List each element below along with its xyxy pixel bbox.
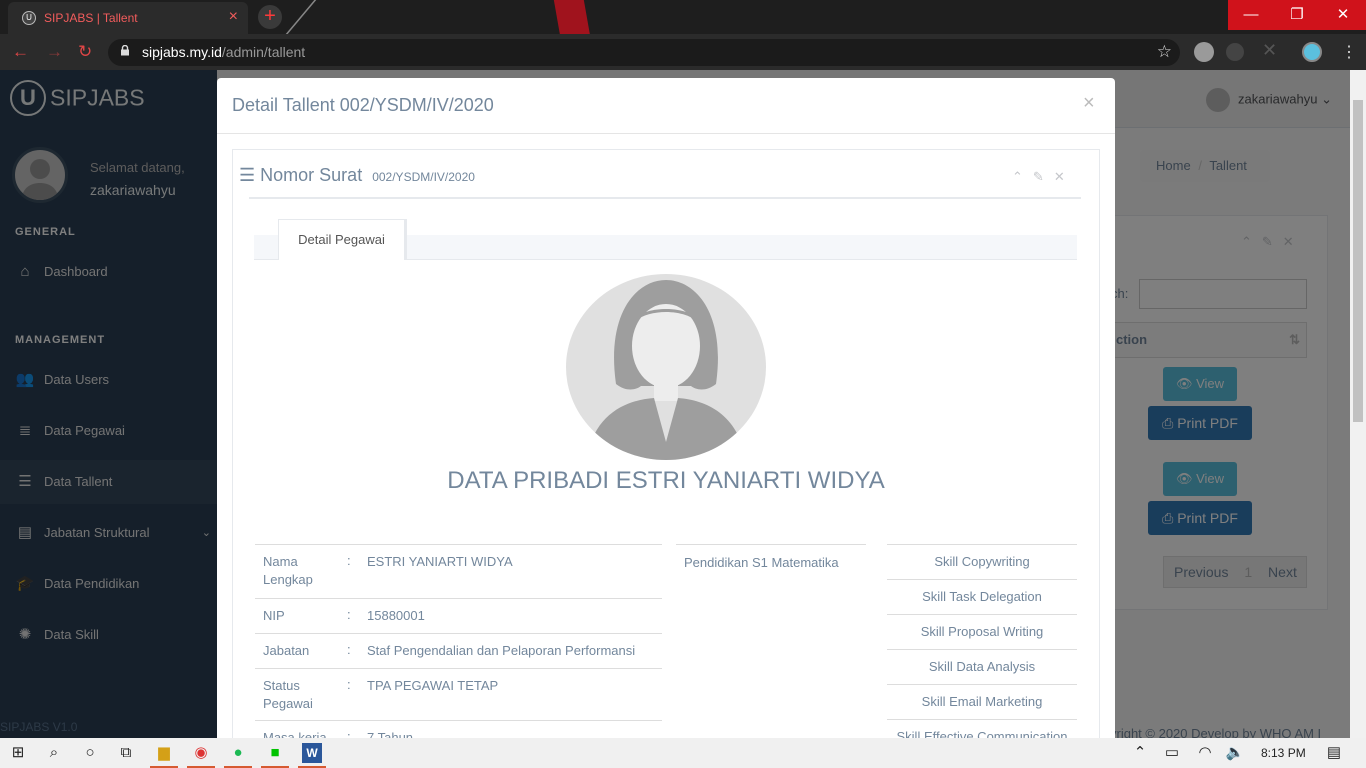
extension-x-icon[interactable]: ✕ xyxy=(1262,40,1277,61)
search-icon[interactable]: ⌕ xyxy=(44,743,64,763)
new-tab-button[interactable]: + xyxy=(258,5,282,29)
collapse-icon[interactable]: ⌃ xyxy=(1012,169,1033,184)
wifi-icon[interactable]: ◠ xyxy=(1195,743,1215,763)
row-label: Jabatan xyxy=(263,643,310,658)
forward-arrow-icon[interactable]: → xyxy=(46,42,63,62)
modal-title: Detail Tallent 002/YSDM/IV/2020 xyxy=(232,95,494,115)
cortana-icon[interactable]: ○ xyxy=(80,743,100,763)
chrome-menu-icon[interactable]: ⋮ xyxy=(1341,42,1357,62)
tray-chevron-up-icon[interactable]: ⌃ xyxy=(1130,743,1150,763)
skill-item: Skill Email Marketing xyxy=(887,684,1077,719)
detail-row-jabatan: Jabatan: Staf Pengendalian dan Pelaporan … xyxy=(255,633,662,668)
site-favicon-icon: U xyxy=(22,11,36,25)
task-view-icon[interactable]: ⧉ xyxy=(116,743,136,763)
panel-subtitle: 002/YSDM/IV/2020 xyxy=(372,170,475,184)
back-arrow-icon[interactable]: ← xyxy=(12,42,29,62)
wrench-icon[interactable]: ✎ xyxy=(1033,169,1054,184)
browser-tab[interactable]: U SIPJABS | Tallent × xyxy=(8,2,248,34)
row-label: Nama Lengkap xyxy=(263,554,313,587)
detail-row-nip: NIP:15880001 xyxy=(255,598,662,633)
maximize-button[interactable]: ❐ xyxy=(1274,0,1320,30)
modal-close-button[interactable]: × xyxy=(1083,92,1095,115)
extension-icon[interactable] xyxy=(1194,42,1214,62)
bars-icon: ☰ xyxy=(239,165,256,185)
bookmark-star-icon[interactable]: ☆ xyxy=(1157,42,1172,62)
line-app-icon[interactable]: ■ xyxy=(265,743,285,763)
panel-tools: ⌃✎✕ xyxy=(1012,169,1075,185)
windows-start-icon[interactable]: ⊞ xyxy=(8,743,28,763)
profile-avatar-icon[interactable] xyxy=(1302,42,1322,62)
skill-item: Skill Proposal Writing xyxy=(887,614,1077,649)
row-label: NIP xyxy=(263,608,285,623)
panel-title: ☰ Nomor Surat 002/YSDM/IV/2020 xyxy=(239,165,475,186)
reload-icon[interactable]: ↻ xyxy=(78,42,92,62)
minimize-button[interactable]: — xyxy=(1228,0,1274,30)
taskbar-clock[interactable]: 8:13 PM xyxy=(1261,746,1306,760)
divider xyxy=(249,197,1081,199)
file-explorer-icon[interactable]: ▆ xyxy=(154,743,174,763)
spotify-icon[interactable]: ● xyxy=(228,743,248,763)
employee-name-heading: DATA PRIBADI ESTRI YANIARTI WIDYA xyxy=(447,467,885,494)
url-bar[interactable]: sipjabs.my.id/admin/tallent ☆ xyxy=(108,39,1180,66)
skill-item: Skill Data Analysis xyxy=(887,649,1077,684)
row-value: 15880001 xyxy=(367,608,425,623)
window-close-button[interactable]: ✕ xyxy=(1320,0,1366,30)
row-label: Status Pegawai xyxy=(263,678,313,711)
skill-item: Skill Copywriting xyxy=(887,544,1077,579)
row-value: TPA PEGAWAI TETAP xyxy=(367,678,499,693)
close-icon[interactable]: ✕ xyxy=(1054,169,1075,184)
lock-icon xyxy=(121,45,129,56)
extension-icon[interactable] xyxy=(1226,43,1244,61)
page-scrollbar[interactable] xyxy=(1350,70,1366,738)
panel-title-text: Nomor Surat xyxy=(260,165,363,185)
detail-tallent-modal: Detail Tallent 002/YSDM/IV/2020 × ☰ Nomo… xyxy=(217,78,1115,758)
education-cell: Pendidikan S1 Matematika xyxy=(676,544,866,580)
chrome-icon[interactable]: ◉ xyxy=(191,743,211,763)
url-path: /admin/tallent xyxy=(221,44,306,60)
action-center-icon[interactable]: ▤ xyxy=(1324,743,1344,763)
row-value: Staf Pengendalian dan Pelaporan Performa… xyxy=(367,643,636,658)
tab-detail-pegawai[interactable]: Detail Pegawai xyxy=(278,219,407,260)
employee-photo xyxy=(566,274,766,460)
battery-icon[interactable]: ▭ xyxy=(1162,743,1182,763)
volume-icon[interactable]: 🔈 xyxy=(1225,743,1245,763)
tab-title: SIPJABS | Tallent xyxy=(44,11,138,25)
skill-item: Skill Task Delegation xyxy=(887,579,1077,614)
row-value: ESTRI YANIARTI WIDYA xyxy=(367,554,513,569)
url-host: sipjabs.my.id xyxy=(142,44,222,60)
detail-row-status: Status Pegawai: TPA PEGAWAI TETAP xyxy=(255,668,662,720)
tab-close-icon[interactable]: × xyxy=(229,8,238,26)
detail-row-nama: Nama Lengkap: ESTRI YANIARTI WIDYA xyxy=(255,544,662,598)
word-icon[interactable]: W xyxy=(302,743,322,763)
